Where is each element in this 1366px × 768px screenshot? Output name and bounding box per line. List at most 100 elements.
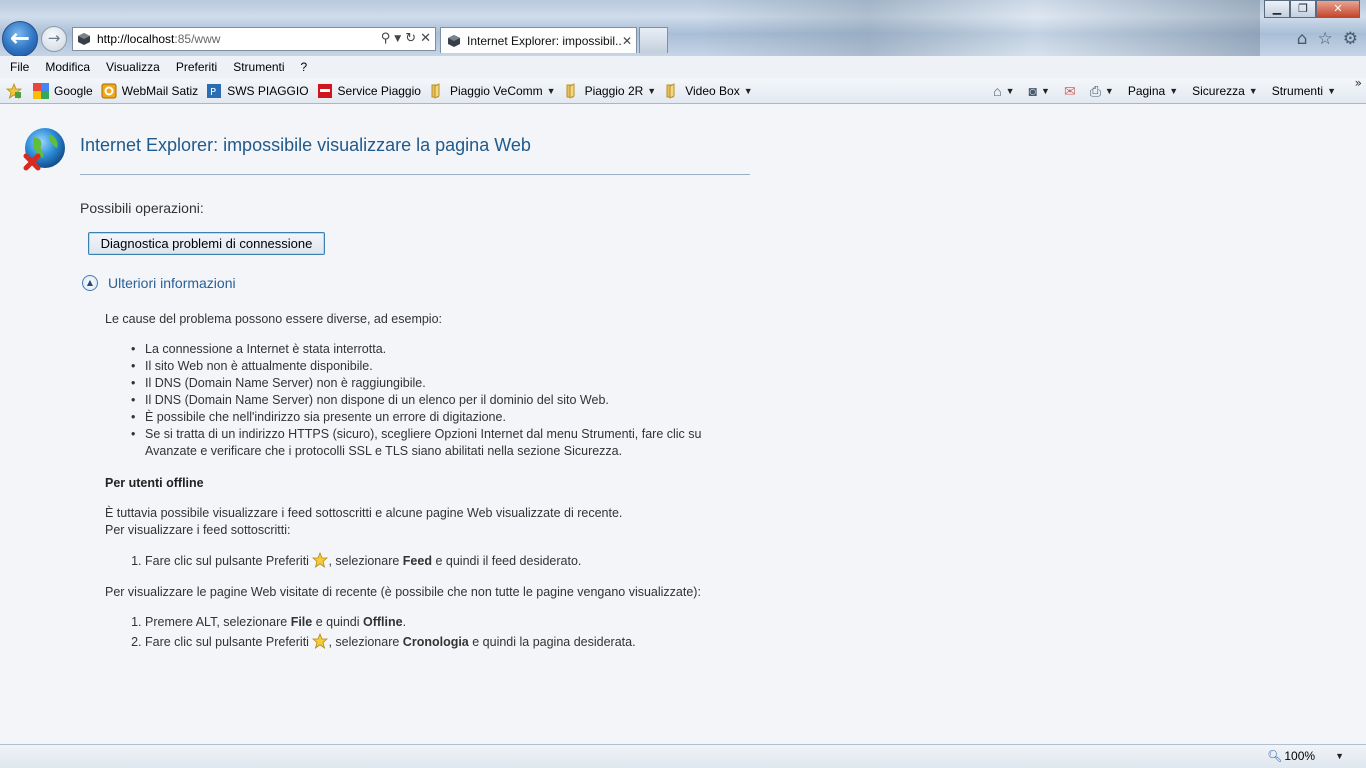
causes-intro: Le cause del problema possono essere div… bbox=[105, 312, 443, 326]
window-controls: ▁ ❐ ✕ bbox=[1264, 0, 1360, 18]
favorite-google[interactable]: Google bbox=[33, 82, 93, 99]
chevron-down-icon[interactable]: ▼ bbox=[394, 31, 401, 47]
chevron-down-icon[interactable]: ▼ bbox=[744, 86, 753, 96]
list-item: La connessione a Internet è stata interr… bbox=[129, 341, 745, 358]
stop-icon[interactable]: ✕ bbox=[420, 31, 431, 47]
operations-label: Possibili operazioni: bbox=[80, 200, 204, 216]
zoom-icon: 🔍︎ bbox=[1267, 749, 1283, 763]
chevron-down-icon: ▼ bbox=[1248, 86, 1258, 96]
print-command[interactable]: ⎙ ▼ bbox=[1090, 83, 1114, 100]
forward-button[interactable]: → bbox=[41, 26, 67, 52]
back-button[interactable]: ← bbox=[2, 21, 38, 57]
close-button[interactable]: ✕ bbox=[1316, 0, 1360, 18]
refresh-icon[interactable]: ↻ bbox=[405, 31, 416, 47]
chevron-down-icon: ▼ bbox=[1169, 86, 1179, 96]
chevron-down-icon[interactable]: ▼ bbox=[1041, 86, 1050, 96]
maximize-button[interactable]: ❐ bbox=[1290, 0, 1316, 18]
service-icon bbox=[317, 83, 332, 98]
menu-modifica[interactable]: Modifica bbox=[45, 60, 90, 74]
home-icon: ⌂ bbox=[993, 83, 1002, 99]
tab-title: Internet Explorer: impossibil... bbox=[467, 33, 622, 48]
browser-icons: ⌂ ☆ ⚙ bbox=[1297, 29, 1358, 49]
status-bar: 🔍︎ 100% ▼ bbox=[0, 744, 1366, 768]
offline-heading: Per utenti offline bbox=[105, 476, 204, 490]
list-item: Il DNS (Domain Name Server) non è raggiu… bbox=[129, 375, 745, 392]
favorite-video-box[interactable]: Video Box ▼ bbox=[664, 82, 753, 99]
page-icon bbox=[78, 33, 90, 45]
title-bar: ← → http://localhost:85/www ⚲ ▼ ↻ ✕ Inte… bbox=[0, 0, 1366, 57]
more-chevron-icon[interactable]: » bbox=[1355, 76, 1362, 90]
chevron-down-icon[interactable]: ▼ bbox=[1105, 86, 1114, 96]
list-item: Il DNS (Domain Name Server) non dispone … bbox=[129, 392, 745, 409]
favorites-star-icon[interactable]: ☆ bbox=[1318, 29, 1333, 49]
mail-icon: ✉ bbox=[1063, 82, 1076, 99]
tools-menu[interactable]: Strumenti ▼ bbox=[1272, 84, 1336, 98]
webmail-icon bbox=[101, 83, 117, 98]
security-menu[interactable]: Sicurezza ▼ bbox=[1192, 84, 1258, 98]
more-info-section: Le cause del problema possono essere div… bbox=[105, 311, 745, 651]
tab-page-icon bbox=[448, 34, 460, 47]
feed-steps: Fare clic sul pulsante Preferiti , selez… bbox=[145, 552, 745, 570]
menu-visualizza[interactable]: Visualizza bbox=[106, 60, 160, 74]
mail-command[interactable]: ✉ bbox=[1064, 83, 1076, 100]
search-icon[interactable]: ⚲ bbox=[381, 31, 391, 47]
favorite-piaggio-2r[interactable]: Piaggio 2R ▼ bbox=[564, 82, 656, 99]
zoom-level: 100% bbox=[1284, 749, 1316, 763]
page-menu[interactable]: Pagina ▼ bbox=[1128, 84, 1178, 98]
favorites-star-icon bbox=[312, 633, 329, 649]
chevron-down-icon[interactable]: ▼ bbox=[547, 86, 556, 96]
chevron-down-icon: ▼ bbox=[1327, 86, 1336, 96]
diagnose-connection-button[interactable]: Diagnostica problemi di connessione bbox=[88, 232, 325, 255]
address-bar[interactable]: http://localhost:85/www ⚲ ▼ ↻ ✕ bbox=[72, 27, 436, 51]
minimize-button[interactable]: ▁ bbox=[1264, 0, 1290, 18]
chevron-down-icon[interactable]: ▼ bbox=[647, 86, 656, 96]
feeds-command[interactable]: ◙ ▼ bbox=[1029, 83, 1050, 99]
offline-text-1: È tuttavia possibile visualizzare i feed… bbox=[105, 506, 623, 520]
command-bar: ⌂ ▼ ◙ ▼ ✉ ⎙ ▼ Pagina ▼ Sicurezza ▼ Strumenti ▼ bbox=[979, 78, 1336, 104]
more-info-label: Ulteriori informazioni bbox=[108, 275, 236, 291]
more-info-toggle[interactable]: ▲ Ulteriori informazioni bbox=[82, 275, 236, 291]
list-item: Fare clic sul pulsante Preferiti , selez… bbox=[145, 552, 745, 570]
folder-icon bbox=[431, 82, 440, 99]
page-content: Internet Explorer: impossibile visualizz… bbox=[0, 105, 1366, 745]
tab-current[interactable]: Internet Explorer: impossibil... ✕ bbox=[440, 27, 637, 53]
favorite-service-piaggio[interactable]: Service Piaggio bbox=[317, 83, 421, 99]
offline-text-2: Per visualizzare i feed sottoscritti: bbox=[105, 523, 291, 537]
recent-intro: Per visualizzare le pagine Web visitate … bbox=[105, 585, 701, 599]
collapse-icon: ▲ bbox=[82, 275, 98, 291]
gear-icon[interactable]: ⚙ bbox=[1343, 29, 1358, 49]
home-command[interactable]: ⌂ ▼ bbox=[993, 83, 1014, 99]
list-item: Se si tratta di un indirizzo HTTPS (sicu… bbox=[129, 426, 745, 460]
chevron-down-icon[interactable]: ▼ bbox=[1335, 751, 1344, 761]
rss-icon: ◙ bbox=[1028, 83, 1038, 99]
list-item: Fare clic sul pulsante Preferiti , selez… bbox=[145, 633, 745, 651]
new-tab-button[interactable] bbox=[639, 27, 668, 53]
menu-help[interactable]: ? bbox=[301, 60, 308, 74]
svg-text:P: P bbox=[210, 87, 216, 98]
title-divider bbox=[80, 174, 750, 175]
printer-icon: ⎙ bbox=[1089, 82, 1101, 99]
chevron-down-icon[interactable]: ▼ bbox=[1006, 86, 1015, 96]
causes-list: La connessione a Internet è stata interr… bbox=[129, 341, 745, 460]
page-title: Internet Explorer: impossibile visualizz… bbox=[80, 135, 531, 155]
sws-icon: P bbox=[207, 83, 222, 98]
address-url[interactable]: http://localhost:85/www bbox=[97, 32, 381, 46]
add-favorite-star-icon[interactable] bbox=[6, 82, 22, 99]
favorite-sws-piaggio[interactable]: P SWS PIAGGIO bbox=[206, 83, 309, 99]
home-icon[interactable]: ⌂ bbox=[1297, 29, 1308, 49]
menu-strumenti[interactable]: Strumenti bbox=[233, 60, 284, 74]
globe-error-icon bbox=[23, 128, 65, 171]
favorite-piaggio-vecomm[interactable]: Piaggio VeComm ▼ bbox=[429, 82, 556, 99]
folder-icon bbox=[666, 82, 675, 99]
menu-preferiti[interactable]: Preferiti bbox=[176, 60, 217, 74]
list-item: Premere ALT, selezionare File e quindi O… bbox=[145, 614, 745, 631]
menu-bar: File Modifica Visualizza Preferiti Strum… bbox=[0, 56, 1366, 78]
zoom-control[interactable]: 🔍︎ 100% ▼ bbox=[1267, 749, 1344, 763]
recent-steps: Premere ALT, selezionare File e quindi O… bbox=[145, 614, 745, 651]
tab-close-icon[interactable]: ✕ bbox=[622, 34, 636, 48]
menu-file[interactable]: File bbox=[10, 60, 29, 74]
favorites-star-icon bbox=[312, 552, 329, 568]
favorite-webmail[interactable]: WebMail Satiz bbox=[101, 83, 198, 99]
list-item: Il sito Web non è attualmente disponibil… bbox=[129, 358, 745, 375]
folder-icon bbox=[566, 82, 575, 99]
